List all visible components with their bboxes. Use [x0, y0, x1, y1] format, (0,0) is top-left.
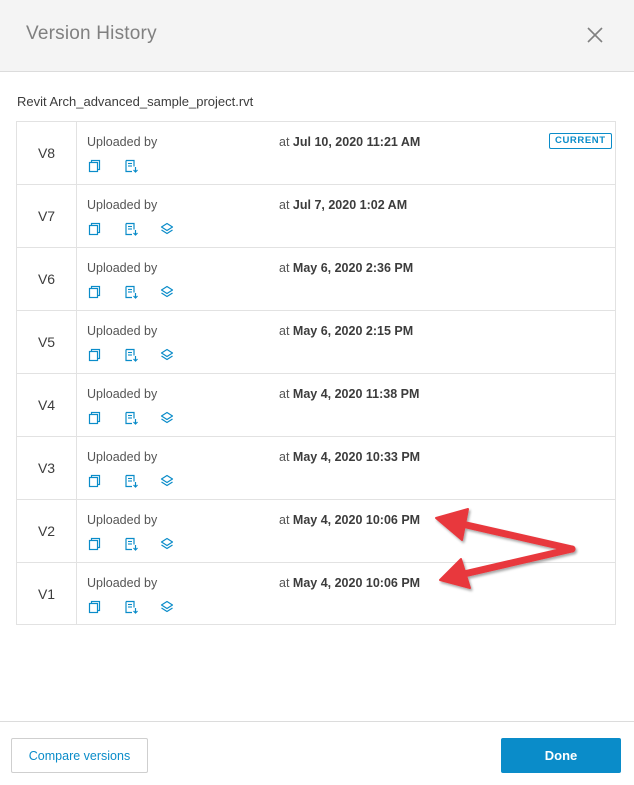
- version-number: V6: [17, 248, 77, 310]
- copy-icon[interactable]: [87, 599, 103, 615]
- at-label: at: [279, 324, 290, 338]
- dialog-title: Version History: [26, 23, 157, 44]
- layers-icon[interactable]: [159, 347, 175, 363]
- layers-icon[interactable]: [159, 473, 175, 489]
- datetime-value: Jul 7, 2020 1:02 AM: [292, 198, 408, 212]
- layers-icon[interactable]: [159, 221, 175, 237]
- download-document-icon[interactable]: [123, 473, 139, 489]
- uploaded-by-label: Uploaded by: [87, 324, 158, 338]
- copy-icon[interactable]: [87, 410, 103, 426]
- version-row-v5[interactable]: V5 Uploaded by at May 6, 2020 2:15 PM: [17, 311, 615, 374]
- uploaded-by-label: Uploaded by: [87, 261, 158, 275]
- uploaded-by-label: Uploaded by: [87, 198, 158, 212]
- at-label: at: [279, 513, 290, 527]
- compare-versions-button[interactable]: Compare versions: [11, 738, 148, 773]
- version-row-v2[interactable]: V2 Uploaded by at May 4, 2020 10:06 PM: [17, 500, 615, 563]
- uploaded-by-label: Uploaded by: [87, 135, 158, 149]
- datetime-value: May 4, 2020 10:06 PM: [292, 513, 421, 527]
- datetime-value: Jul 10, 2020 11:21 AM: [292, 135, 421, 149]
- at-label: at: [279, 261, 290, 275]
- datetime-value: May 4, 2020 10:06 PM: [292, 576, 421, 590]
- version-row-v3[interactable]: V3 Uploaded by at May 4, 2020 10:33 PM: [17, 437, 615, 500]
- version-number: V7: [17, 185, 77, 247]
- at-label: at: [279, 576, 290, 590]
- upload-datetime: at May 4, 2020 10:06 PM: [279, 576, 420, 590]
- version-row-v1[interactable]: V1 Uploaded by at May 4, 2020 10:06 PM: [17, 563, 615, 625]
- download-document-icon[interactable]: [123, 221, 139, 237]
- layers-icon[interactable]: [159, 284, 175, 300]
- upload-datetime: at May 6, 2020 2:36 PM: [279, 261, 413, 275]
- download-document-icon[interactable]: [123, 410, 139, 426]
- version-row-v8[interactable]: V8 Uploaded by at Jul 10, 2020 11:21 AM CUR…: [17, 122, 615, 185]
- copy-icon[interactable]: [87, 473, 103, 489]
- upload-datetime: at May 6, 2020 2:15 PM: [279, 324, 413, 338]
- version-number: V1: [17, 563, 77, 625]
- current-badge: CURRENT: [549, 133, 612, 149]
- version-row-v4[interactable]: V4 Uploaded by at May 4, 2020 11:38 PM: [17, 374, 615, 437]
- version-history-dialog: Version History Revit Arch_advanced_samp…: [0, 0, 634, 785]
- download-document-icon[interactable]: [123, 599, 139, 615]
- at-label: at: [279, 387, 290, 401]
- done-button[interactable]: Done: [501, 738, 621, 773]
- upload-datetime: at Jul 7, 2020 1:02 AM: [279, 198, 407, 212]
- datetime-value: May 6, 2020 2:15 PM: [292, 324, 414, 338]
- version-number: V8: [17, 122, 77, 184]
- uploaded-by-label: Uploaded by: [87, 513, 158, 527]
- at-label: at: [279, 135, 290, 149]
- datetime-value: May 4, 2020 10:33 PM: [292, 450, 421, 464]
- layers-icon[interactable]: [159, 410, 175, 426]
- upload-datetime: at Jul 10, 2020 11:21 AM: [279, 135, 420, 149]
- copy-icon[interactable]: [87, 284, 103, 300]
- copy-icon[interactable]: [87, 536, 103, 552]
- version-row-v7[interactable]: V7 Uploaded by at Jul 7, 2020 1:02 AM: [17, 185, 615, 248]
- dialog-footer: Compare versions Done: [0, 721, 634, 785]
- copy-icon[interactable]: [87, 221, 103, 237]
- download-document-icon[interactable]: [123, 347, 139, 363]
- upload-datetime: at May 4, 2020 10:33 PM: [279, 450, 420, 464]
- version-number: V5: [17, 311, 77, 373]
- download-document-icon[interactable]: [123, 536, 139, 552]
- at-label: at: [279, 198, 290, 212]
- uploaded-by-label: Uploaded by: [87, 387, 158, 401]
- versions-table: V8 Uploaded by at Jul 10, 2020 11:21 AM CUR…: [16, 121, 616, 625]
- layers-icon[interactable]: [159, 599, 175, 615]
- datetime-value: May 6, 2020 2:36 PM: [292, 261, 414, 275]
- copy-icon[interactable]: [87, 347, 103, 363]
- layers-icon[interactable]: [159, 536, 175, 552]
- version-row-v6[interactable]: V6 Uploaded by at May 6, 2020 2:36 PM: [17, 248, 615, 311]
- datetime-value: May 4, 2020 11:38 PM: [292, 387, 420, 401]
- version-number: V2: [17, 500, 77, 562]
- version-number: V3: [17, 437, 77, 499]
- uploaded-by-label: Uploaded by: [87, 450, 158, 464]
- dialog-header: Version History: [0, 0, 634, 72]
- download-document-icon[interactable]: [123, 158, 139, 174]
- at-label: at: [279, 450, 290, 464]
- upload-datetime: at May 4, 2020 11:38 PM: [279, 387, 419, 401]
- upload-datetime: at May 4, 2020 10:06 PM: [279, 513, 420, 527]
- download-document-icon[interactable]: [123, 284, 139, 300]
- version-number: V4: [17, 374, 77, 436]
- copy-icon[interactable]: [87, 158, 103, 174]
- file-name: Revit Arch_advanced_sample_project.rvt: [17, 94, 254, 109]
- uploaded-by-label: Uploaded by: [87, 576, 158, 590]
- close-icon[interactable]: [583, 23, 607, 47]
